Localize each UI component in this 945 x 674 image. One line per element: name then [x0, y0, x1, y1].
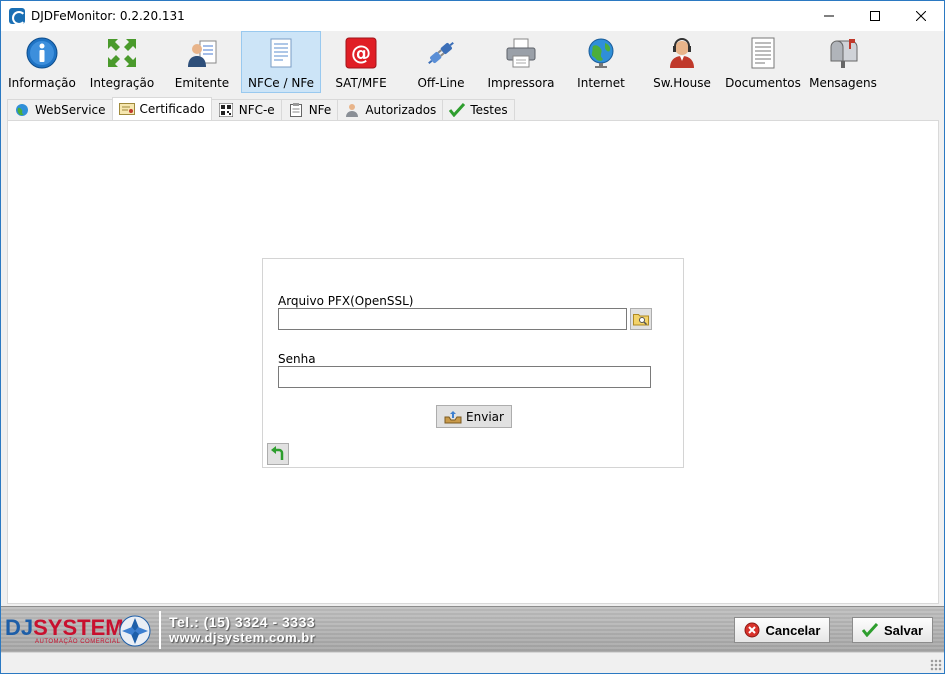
tab-content: Arquivo PFX(OpenSSL) Senha Enviar	[7, 120, 939, 604]
toolbar-label: Mensagens	[809, 76, 877, 90]
inbox-upload-icon	[444, 409, 462, 425]
user-icon	[344, 102, 360, 118]
window-title: DJDFeMonitor: 0.2.20.131	[31, 9, 185, 23]
integration-icon	[105, 36, 139, 70]
clipboard-icon	[288, 102, 304, 118]
title-bar: DJDFeMonitor: 0.2.20.131	[1, 1, 944, 31]
footer-bar: DJSYSTEM AUTOMAÇÃO COMERCIAL Tel.: (15) …	[1, 606, 944, 653]
cancel-button-label: Cancelar	[765, 622, 821, 638]
close-icon	[916, 11, 926, 21]
svg-text:@: @	[351, 41, 371, 65]
cancel-icon	[744, 622, 760, 638]
plug-icon	[424, 36, 458, 70]
toolbar-informacao[interactable]: Informação	[3, 31, 81, 93]
check-icon	[449, 102, 466, 118]
contact-phone: Tel.: (15) 3324 - 3333	[169, 614, 316, 630]
cancel-button[interactable]: Cancelar	[734, 617, 830, 643]
at-icon: @	[344, 36, 378, 70]
close-button[interactable]	[898, 1, 944, 31]
main-toolbar: Informação Integração Emitente NFCe / NF…	[1, 31, 944, 95]
issuer-icon	[185, 36, 219, 70]
toolbar-impressora[interactable]: Impressora	[481, 31, 561, 93]
toolbar-label: Sw.House	[653, 76, 711, 90]
documents-icon	[746, 36, 780, 70]
send-button-label: Enviar	[466, 409, 504, 424]
contact-website: www.djsystem.com.br	[169, 630, 316, 645]
undo-arrow-icon	[271, 446, 284, 460]
back-button[interactable]	[267, 443, 289, 465]
toolbar-documentos[interactable]: Documentos	[723, 31, 803, 93]
send-button[interactable]: Enviar	[436, 405, 512, 428]
pfx-file-input[interactable]	[278, 308, 627, 330]
check-icon	[861, 622, 878, 638]
toolbar-nfce-nfe[interactable]: NFCe / NFe	[241, 31, 321, 93]
brand-system: SYSTEM	[33, 615, 124, 640]
tab-label: Autorizados	[365, 103, 437, 117]
toolbar-integracao[interactable]: Integração	[81, 31, 163, 93]
djsystem-emblem-icon	[119, 615, 151, 647]
toolbar-label: SAT/MFE	[335, 76, 387, 90]
tab-autorizados[interactable]: Autorizados	[337, 99, 444, 120]
tab-strip: WebService Certificado NFC-e NFe Autoriz…	[7, 97, 515, 120]
minimize-button[interactable]	[806, 1, 852, 31]
toolbar-internet[interactable]: Internet	[561, 31, 641, 93]
password-label: Senha	[278, 352, 316, 366]
tab-label: Testes	[470, 103, 508, 117]
tab-label: Certificado	[139, 102, 205, 116]
tab-webservice[interactable]: WebService	[7, 99, 113, 120]
globe-icon	[584, 36, 618, 70]
minimize-icon	[824, 15, 834, 17]
footer-divider	[159, 611, 161, 649]
tab-label: NFC-e	[238, 103, 275, 117]
certificate-panel: Arquivo PFX(OpenSSL) Senha Enviar	[262, 258, 684, 468]
password-input[interactable]	[278, 366, 651, 388]
window-controls	[806, 1, 944, 31]
info-icon	[25, 36, 59, 70]
resize-grip[interactable]	[930, 659, 942, 671]
toolbar-label: Documentos	[725, 76, 801, 90]
folder-search-icon	[633, 314, 649, 326]
globe-icon	[14, 102, 30, 118]
qrcode-icon	[218, 102, 234, 118]
toolbar-label: Off-Line	[417, 76, 465, 90]
maximize-button[interactable]	[852, 1, 898, 31]
toolbar-sat-mfe[interactable]: @ SAT/MFE	[321, 31, 401, 93]
save-button-label: Salvar	[883, 622, 924, 638]
certificate-icon	[118, 101, 135, 117]
toolbar-label: NFCe / NFe	[248, 76, 314, 90]
toolbar-label: Emitente	[174, 76, 230, 90]
app-icon	[9, 8, 26, 25]
toolbar-swhouse[interactable]: Sw.House	[641, 31, 723, 93]
printer-icon	[504, 36, 538, 70]
pfx-file-label: Arquivo PFX(OpenSSL)	[278, 294, 414, 308]
status-bar	[1, 652, 944, 673]
support-icon	[665, 36, 699, 70]
toolbar-label: Internet	[577, 76, 625, 90]
toolbar-label: Integração	[89, 76, 155, 90]
toolbar-emitente[interactable]: Emitente	[163, 31, 241, 93]
toolbar-offline[interactable]: Off-Line	[401, 31, 481, 93]
save-button[interactable]: Salvar	[852, 617, 933, 643]
invoice-icon	[264, 36, 298, 70]
mailbox-icon	[826, 36, 860, 70]
tab-nfce[interactable]: NFC-e	[210, 99, 282, 120]
brand-subtitle: AUTOMAÇÃO COMERCIAL	[35, 639, 121, 645]
maximize-icon	[870, 11, 880, 21]
djsystem-logo: DJSYSTEM AUTOMAÇÃO COMERCIAL	[5, 613, 155, 649]
tab-label: NFe	[308, 103, 332, 117]
toolbar-label: Impressora	[487, 76, 555, 90]
tab-certificado[interactable]: Certificado	[111, 97, 212, 120]
toolbar-mensagens[interactable]: Mensagens	[803, 31, 883, 93]
main-window: DJDFeMonitor: 0.2.20.131 Informação Inte…	[0, 0, 945, 674]
browse-file-button[interactable]	[630, 308, 652, 330]
tab-nfe[interactable]: NFe	[280, 99, 339, 120]
toolbar-label: Informação	[8, 76, 76, 90]
tab-label: WebService	[35, 103, 106, 117]
brand-dj: DJ	[5, 615, 34, 640]
tab-testes[interactable]: Testes	[442, 99, 515, 120]
